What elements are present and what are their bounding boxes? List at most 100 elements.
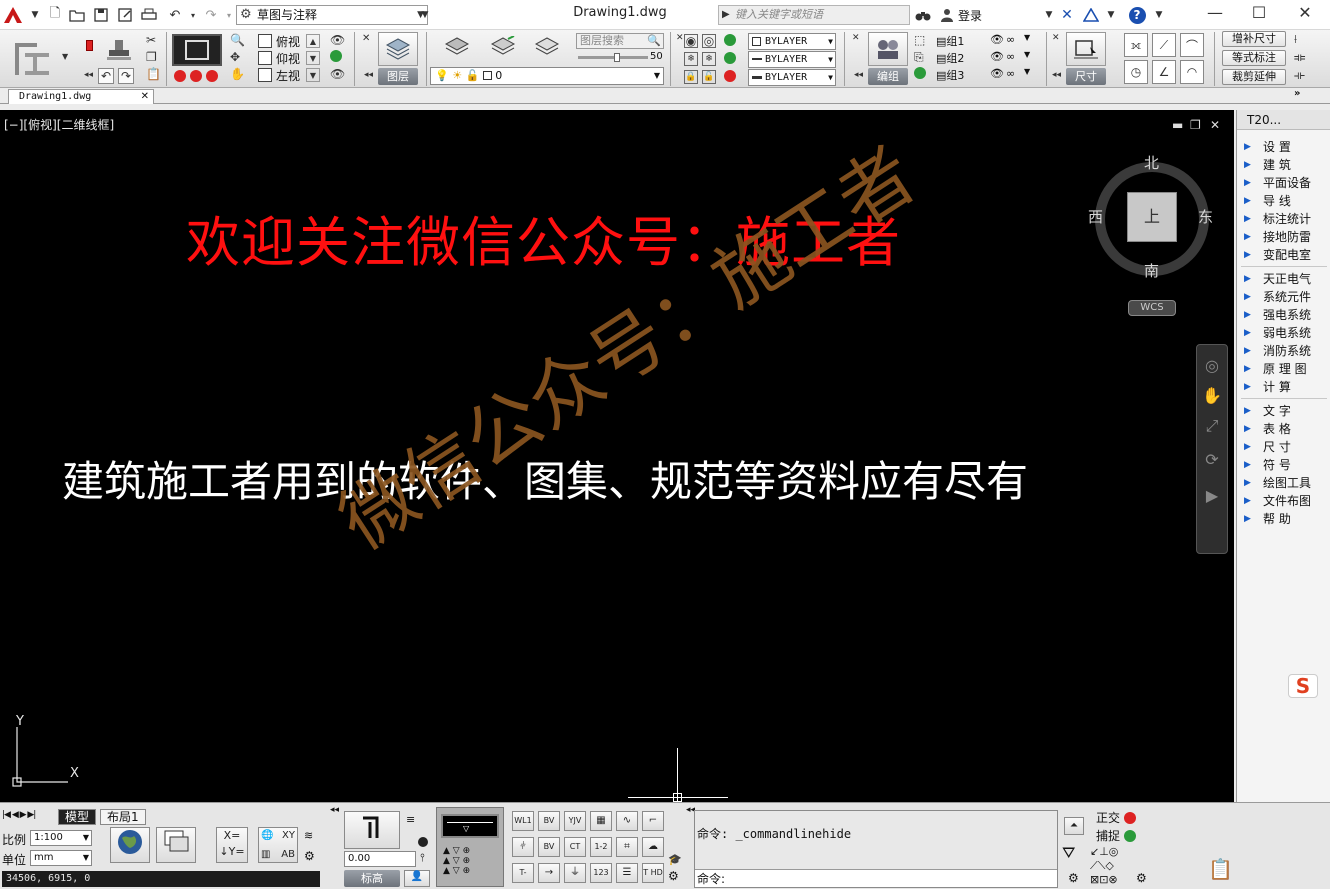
viewport-restore-icon[interactable]: ❐ <box>1190 118 1201 132</box>
t20-item-1-2[interactable]: ▶ 强电系统 <box>1237 306 1330 324</box>
zoom-icon[interactable]: 🔍 <box>230 33 245 47</box>
elevation-remove-icon[interactable] <box>418 835 428 848</box>
dim-angle-icon[interactable]: ∠ <box>1152 60 1176 84</box>
settings-gear-icon[interactable]: ⚙ <box>304 849 315 863</box>
new-file-icon[interactable]: 🗋 <box>46 6 64 24</box>
t20-item-0-4[interactable]: ▶ 标注统计 <box>1237 210 1330 228</box>
symbol-list-button[interactable]: ☰ <box>616 863 638 883</box>
clipboard-icon[interactable]: 📋 <box>1208 857 1233 881</box>
zoom-extents-icon[interactable]: ⤢ <box>1201 415 1223 437</box>
t20-item-1-0[interactable]: ▶ 天正电气 <box>1237 270 1330 288</box>
steering-wheel-icon[interactable]: ◎ <box>1201 355 1223 377</box>
group-row-2[interactable]: ▤组2 👁 ∞ ▼ <box>936 50 1036 66</box>
help-search-input[interactable]: ▶ 键入关键字或短语 <box>718 5 910 25</box>
login-link[interactable]: 登录 <box>958 7 982 24</box>
snap-toggle[interactable]: 捕捉 <box>1096 827 1137 844</box>
dim-linear-icon[interactable]: ⟗ <box>1124 33 1148 57</box>
help-icon[interactable]: ? <box>1128 6 1146 24</box>
add-dimension-button[interactable]: 增补尺寸 <box>1222 31 1286 47</box>
group-link-icon[interactable]: ⎘ <box>914 50 924 65</box>
layer-unlock-icon[interactable]: 🔓 <box>702 70 716 84</box>
fan-icon[interactable]: ⛛ <box>1062 843 1090 863</box>
top-view-icon[interactable] <box>258 34 272 48</box>
viewport-minimize-icon[interactable]: ▬ <box>1172 118 1183 132</box>
copy-icon[interactable]: ❐ <box>146 50 157 64</box>
symbol-1-2-button[interactable]: 1-2 <box>590 837 612 857</box>
dim-arc-icon[interactable]: ⌒ <box>1180 33 1204 57</box>
symbol-bv2-button[interactable]: BV <box>538 837 560 857</box>
app-menu-arrow-icon[interactable]: ▼ <box>26 6 44 24</box>
t20-item-2-0[interactable]: ▶ 文 字 <box>1237 402 1330 420</box>
t20-item-2-3[interactable]: ▶ 符 号 <box>1237 456 1330 474</box>
tab-model[interactable]: 模型 <box>58 809 97 825</box>
symbol-123-button[interactable]: 123 <box>590 863 612 883</box>
app-logo-icon[interactable] <box>2 4 24 26</box>
dim-arc-length-icon[interactable]: ◠ <box>1180 60 1204 84</box>
a360-icon[interactable] <box>1082 6 1100 24</box>
layer-search-input[interactable]: 图层搜索 🔍 <box>576 33 664 49</box>
logo-dropdown-icon[interactable]: ▼ <box>62 52 68 61</box>
dim-break-icon[interactable]: ⟊ <box>1294 32 1297 47</box>
viewport-view-label[interactable]: [−][俯视][二维线框] <box>4 116 114 133</box>
layer-thaw-icon[interactable]: ❄ <box>702 52 716 66</box>
t20-item-1-4[interactable]: ▶ 消防系统 <box>1237 342 1330 360</box>
qat-customize-icon[interactable]: ▼ <box>416 6 434 24</box>
t20-item-2-6[interactable]: ▶ 帮 助 <box>1237 510 1330 528</box>
layer-panel-label[interactable]: 图层 <box>378 68 418 85</box>
terrain-preview[interactable]: ▽ <box>441 814 499 838</box>
ribbon-expand-icon[interactable]: » <box>1294 88 1300 99</box>
close-window-button[interactable]: ✕ <box>1282 0 1328 28</box>
t20-item-2-4[interactable]: ▶ 绘图工具 <box>1237 474 1330 492</box>
viewport-frame-icon[interactable] <box>172 34 222 66</box>
slider-thumb[interactable] <box>614 53 620 62</box>
symbol-bv-button[interactable]: BV <box>538 811 560 831</box>
dimension-panel-label[interactable]: 尺寸 <box>1066 68 1106 85</box>
color-bylayer-select[interactable]: BYLAYER ▼ <box>748 33 836 50</box>
t20-item-0-0[interactable]: ▶ 设 置 <box>1237 138 1330 156</box>
pan-arrows-icon[interactable]: ✥ <box>230 50 240 64</box>
exchange-apps-icon[interactable]: ✕ <box>1058 6 1076 24</box>
t20-item-2-1[interactable]: ▶ 表 格 <box>1237 420 1330 438</box>
stamp-tool-icon[interactable] <box>104 36 134 64</box>
command-input[interactable]: 命令: <box>695 869 1057 887</box>
add-green-icon[interactable] <box>330 50 342 62</box>
panel-pin-icon[interactable]: ✕ <box>362 33 370 44</box>
layer-freeze-icon[interactable]: ❄ <box>684 52 698 66</box>
terrain-tools-icons[interactable]: ▲ ▽ ⊕ ▲ ▽ ⊕ ▲ ▽ ⊕ <box>443 846 470 876</box>
red-flag-icon[interactable] <box>84 38 94 52</box>
undo-dropdown-icon[interactable]: ▾ <box>184 6 202 24</box>
osnap-grid-icons[interactable]: ↙⊥◎ ⟋⟍◇ ⊠⊡⊗ <box>1090 845 1134 887</box>
t20-item-1-1[interactable]: ▶ 系统元件 <box>1237 288 1330 306</box>
group-row-3[interactable]: ▤组3 👁 ∞ ▼ <box>936 67 1036 83</box>
pan-hand-icon[interactable]: ✋ <box>1201 385 1223 407</box>
dim-space-icon[interactable]: ⟚ <box>1294 50 1305 65</box>
t20-item-1-3[interactable]: ▶ 弱电系统 <box>1237 324 1330 342</box>
login-dropdown-icon[interactable]: ▼ <box>1040 6 1058 24</box>
unit-select[interactable]: mm ▼ <box>30 850 92 866</box>
orbit-icon[interactable]: ⟳ <box>1201 449 1223 471</box>
symbol-cap-icon[interactable]: 🎓 <box>668 853 682 866</box>
symbol-yjv-button[interactable]: YJV <box>564 811 586 831</box>
symbol-arrow-button[interactable]: → <box>538 863 560 883</box>
showmotion-icon[interactable]: ▶ <box>1201 485 1223 507</box>
layout-nav-arrows-icon[interactable]: |◀ ◀ ▶ ▶| <box>2 810 36 820</box>
globe-icon[interactable] <box>110 827 150 863</box>
tab-layout1[interactable]: 布局1 <box>100 809 146 825</box>
layers-small-icon[interactable]: ≋ <box>304 829 313 842</box>
views-scroll-down-icon[interactable]: ▼ <box>306 51 320 65</box>
undo-small-icon[interactable]: ↶ <box>98 68 114 84</box>
t20-item-2-5[interactable]: ▶ 文件布图 <box>1237 492 1330 510</box>
close-icon[interactable]: ✕ <box>141 90 149 103</box>
drawing-canvas[interactable]: [−][俯视][二维线框] ▬ ❐ ✕ 欢迎关注微信公众号：施工者 建筑施工者用… <box>0 110 1234 802</box>
compass-north[interactable]: 北 <box>1144 152 1159 173</box>
trim-extend-button[interactable]: 裁剪延伸 <box>1222 69 1286 85</box>
t20-item-0-2[interactable]: ▶ 平面设备 <box>1237 174 1330 192</box>
dim-radius-icon[interactable]: ◷ <box>1124 60 1148 84</box>
elevation-label[interactable]: 标高 <box>344 870 400 887</box>
a360-dropdown-icon[interactable]: ▼ <box>1102 6 1120 24</box>
layer-add-icon-2[interactable] <box>724 52 736 64</box>
layer-match-icon[interactable] <box>488 34 518 60</box>
coordinate-tools-icon[interactable]: 🌐 XY ▥ AB <box>258 827 298 863</box>
layer-lock-icon[interactable]: 🔒 <box>684 70 698 84</box>
t20-palette-title[interactable]: T20... <box>1237 110 1330 130</box>
